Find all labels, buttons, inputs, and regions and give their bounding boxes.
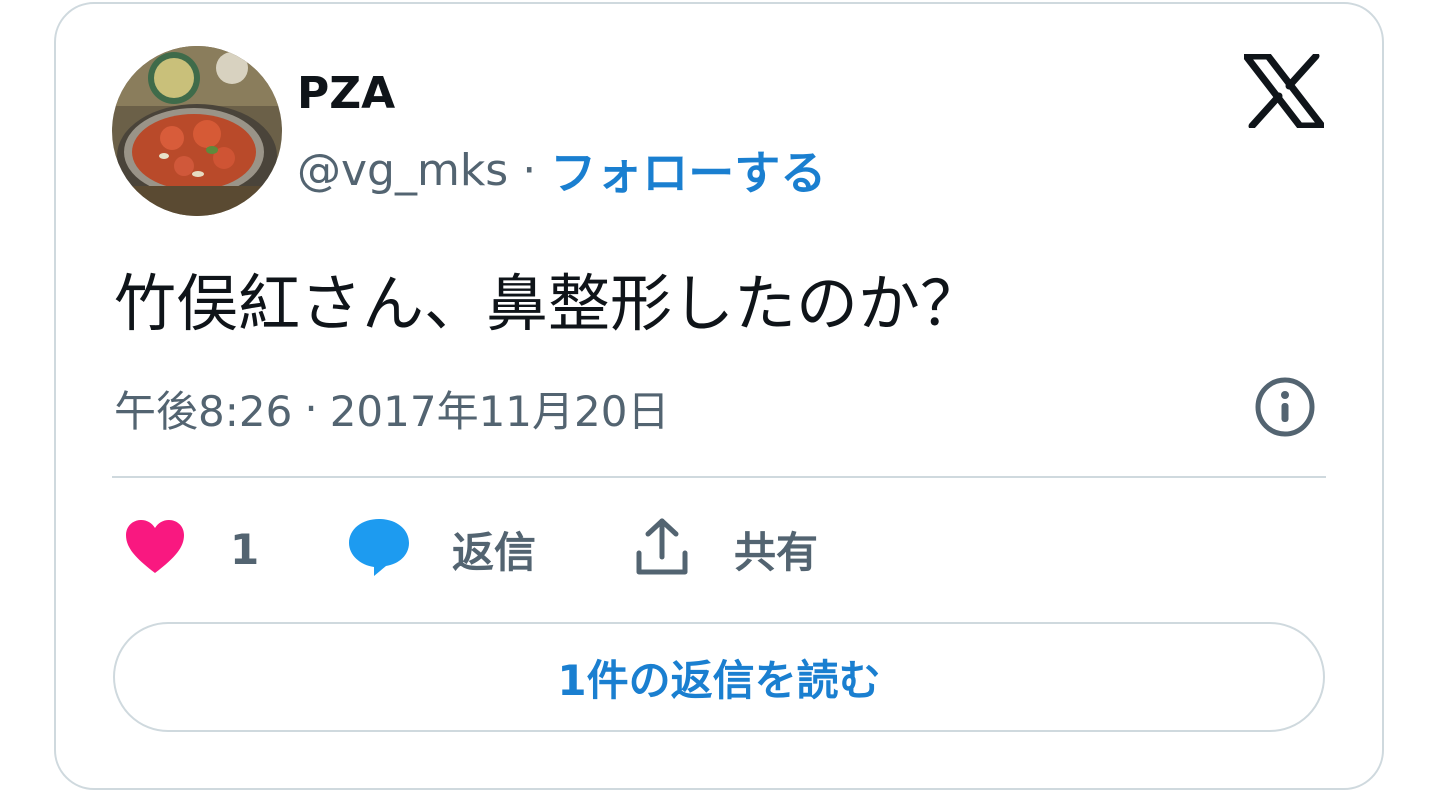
tweet-date: 2017年11月20日 xyxy=(329,386,670,436)
reply-button[interactable]: 返信 xyxy=(348,516,536,582)
share-label: 共有 xyxy=(734,527,819,577)
tweet-text: 竹俣紅さん、鼻整形したのか？ xyxy=(114,267,983,340)
divider xyxy=(112,476,1326,478)
read-replies-button[interactable]: 1件の返信を読む xyxy=(113,622,1325,732)
tweet-time: 午後8:26 xyxy=(114,386,293,436)
tweet-timestamp[interactable]: 午後8:26 · 2017年11月20日 xyxy=(114,378,669,438)
share-upload-icon xyxy=(634,517,690,581)
author-display-name[interactable]: PZA xyxy=(297,66,395,122)
author-handle-row: @vg_mks · フォローする xyxy=(297,138,826,202)
like-button[interactable]: 1 xyxy=(124,516,259,582)
info-icon[interactable] xyxy=(1254,376,1316,438)
heart-icon xyxy=(124,519,186,579)
avatar-image xyxy=(112,46,282,216)
speech-bubble-icon xyxy=(348,517,410,581)
x-logo-icon[interactable] xyxy=(1242,52,1326,130)
read-replies-label: 1件の返信を読む xyxy=(557,655,881,705)
author-handle[interactable]: @vg_mks xyxy=(297,145,508,196)
share-button[interactable]: 共有 xyxy=(634,516,818,582)
timestamp-separator: · xyxy=(304,383,318,433)
follow-button[interactable]: フォローする xyxy=(550,137,826,203)
reply-label: 返信 xyxy=(452,527,537,577)
handle-separator: · xyxy=(522,144,537,196)
like-count: 1 xyxy=(230,524,260,574)
avatar[interactable] xyxy=(112,46,282,216)
